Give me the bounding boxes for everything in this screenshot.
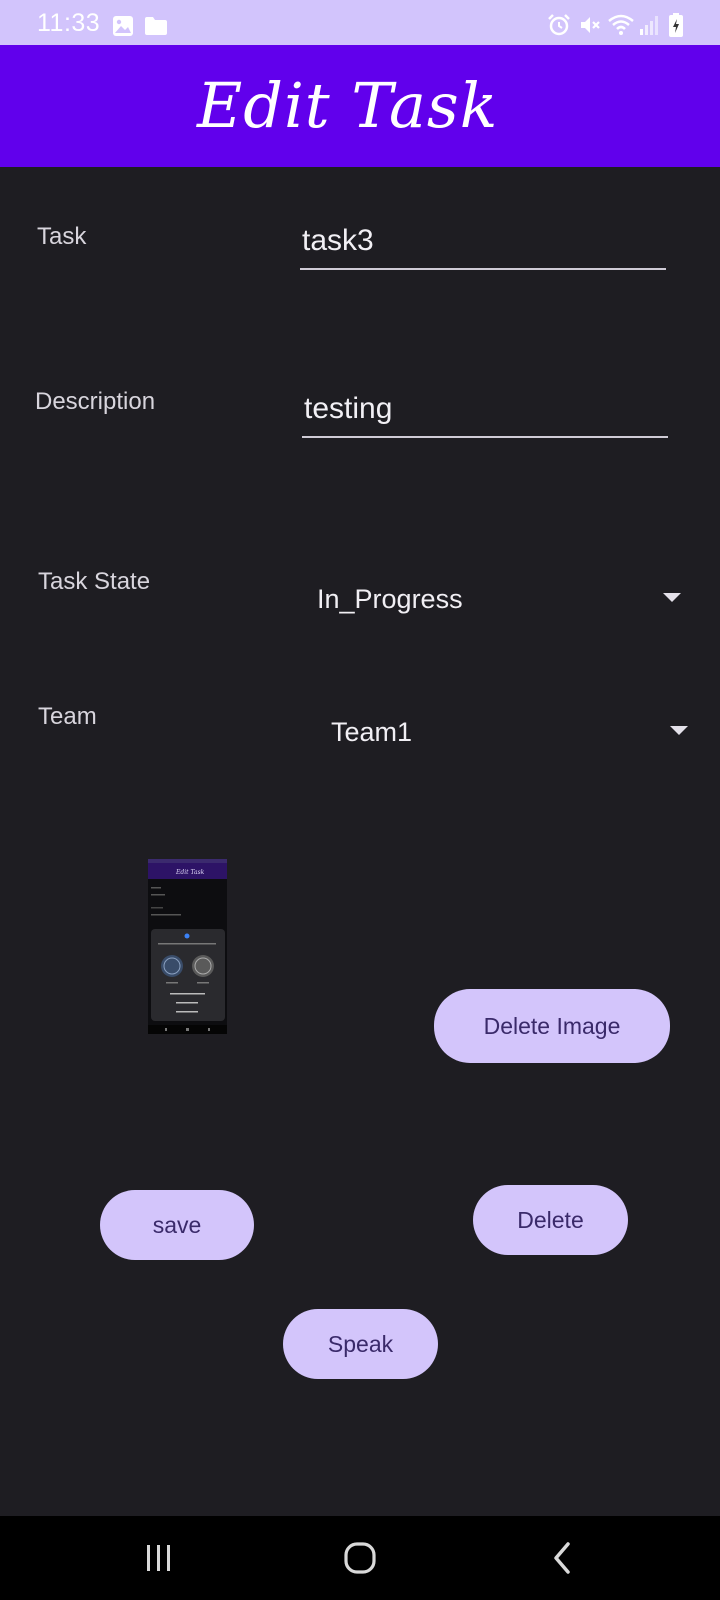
save-button[interactable]: save [100, 1190, 254, 1260]
delete-button[interactable]: Delete [473, 1185, 628, 1255]
page-title: Edit Task [197, 69, 499, 142]
speak-button[interactable]: Speak [283, 1309, 438, 1379]
dropdown-arrow-icon [663, 593, 681, 602]
status-time: 11:33 [37, 9, 101, 37]
wifi-icon [608, 14, 634, 35]
delete-image-button[interactable]: Delete Image [434, 989, 670, 1063]
back-icon[interactable] [548, 1540, 576, 1576]
home-icon[interactable] [342, 1540, 378, 1576]
description-field[interactable] [302, 384, 668, 438]
app-bar: Edit Task [0, 45, 720, 167]
task-state-dropdown[interactable]: In_Progress [317, 576, 687, 626]
status-bar: 11:33 [0, 0, 720, 45]
edit-task-screen: 11:33 Edit Task Task task3 Description t… [0, 0, 720, 1600]
folder-icon [145, 17, 167, 35]
mute-icon [581, 17, 600, 33]
alarm-icon [548, 14, 570, 36]
task-state-label: Task State [38, 568, 151, 595]
recents-icon[interactable] [143, 1542, 175, 1574]
system-nav-bar [0, 1516, 720, 1600]
signal-icon [640, 16, 658, 35]
description-label: Description [35, 388, 156, 415]
team-dropdown[interactable]: Team1 [331, 709, 697, 759]
task-field[interactable] [300, 216, 666, 270]
task-state-value: In_Progress [317, 584, 463, 614]
image-icon [113, 16, 133, 36]
task-image-thumbnail: Edit Task [148, 859, 227, 1034]
dropdown-arrow-icon [670, 726, 688, 735]
description-input[interactable] [304, 392, 656, 426]
thumbnail-title: Edit Task [175, 869, 205, 876]
task-input[interactable] [302, 224, 654, 258]
battery-charging-icon [669, 13, 683, 37]
thumbnail-preview: Edit Task [148, 859, 227, 1034]
task-label: Task [37, 223, 87, 250]
team-label: Team [38, 703, 97, 730]
team-value: Team1 [331, 717, 413, 747]
